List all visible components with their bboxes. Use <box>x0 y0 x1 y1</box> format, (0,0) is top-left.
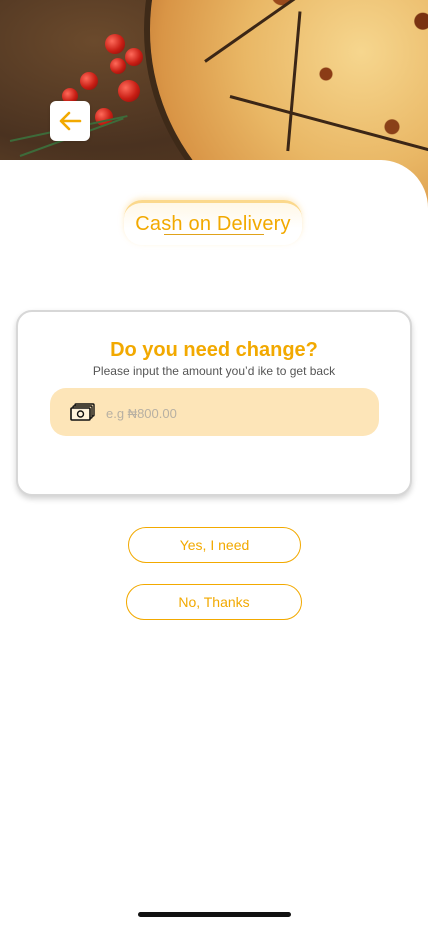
yes-i-need-button[interactable]: Yes, I need <box>128 527 301 563</box>
change-amount-input[interactable] <box>104 388 368 438</box>
cash-icon <box>70 403 95 421</box>
home-indicator <box>138 912 291 917</box>
arrow-left-icon <box>59 111 82 131</box>
no-thanks-button[interactable]: No, Thanks <box>126 584 302 620</box>
payment-method-title: Cash on Delivery <box>124 200 302 245</box>
tomato <box>80 72 98 90</box>
change-amount-field[interactable] <box>50 388 379 438</box>
tomato <box>105 34 125 54</box>
tomato <box>110 58 126 74</box>
title-underline <box>164 234 264 235</box>
tomato <box>125 48 143 66</box>
back-button[interactable] <box>50 101 90 141</box>
change-card-heading: Do you need change? <box>110 339 318 361</box>
tomato <box>118 80 140 102</box>
payment-method-title-text: Cash on Delivery <box>135 212 291 235</box>
change-card-subtitle: Please input the amount you’d ike to get… <box>92 364 336 378</box>
